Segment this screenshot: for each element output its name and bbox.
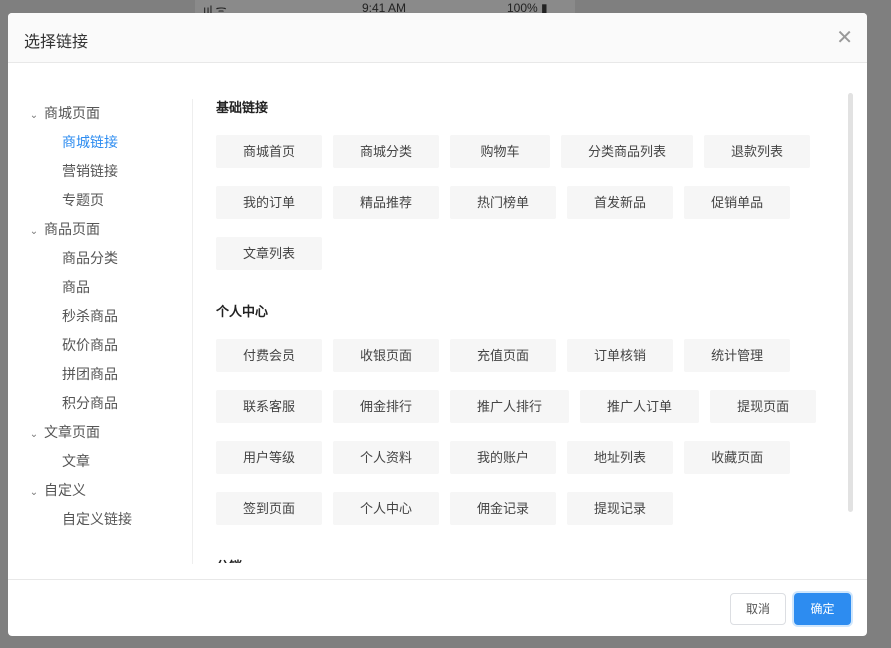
link-button[interactable]: 佣金记录 xyxy=(450,492,557,525)
link-button[interactable]: 分类商品列表 xyxy=(561,135,694,168)
chevron-down-icon[interactable]: ⌄ xyxy=(24,478,44,507)
tree-leaf[interactable]: 自定义链接 xyxy=(24,505,192,534)
link-button[interactable]: 文章列表 xyxy=(216,237,323,270)
link-button[interactable]: 首发新品 xyxy=(567,186,674,219)
tree-leaf[interactable]: 拼团商品 xyxy=(24,360,192,389)
link-button[interactable]: 我的订单 xyxy=(216,186,323,219)
tree-node-label: 商城页面 xyxy=(44,105,100,121)
link-button[interactable]: 签到页面 xyxy=(216,492,323,525)
tree-leaf[interactable]: 砍价商品 xyxy=(24,331,192,360)
section-title: 个人中心 xyxy=(216,304,269,319)
dialog-header: 选择链接 ✕ xyxy=(8,13,867,63)
link-button[interactable]: 联系客服 xyxy=(216,390,323,423)
close-icon[interactable]: ✕ xyxy=(836,25,853,50)
tree-node-label: 文章页面 xyxy=(44,424,100,440)
confirm-button[interactable]: 确定 xyxy=(794,593,851,625)
select-link-dialog: 选择链接 ✕ ⌄ 商城页面 商城链接 营销链接 专题页 ⌄ 商品页面 商品分类 商品 秒杀商品 砍价… xyxy=(8,13,867,636)
link-button[interactable]: 佣金排行 xyxy=(333,390,440,423)
tree-leaf[interactable]: 商品 xyxy=(24,273,192,302)
link-button[interactable]: 促销单品 xyxy=(684,186,791,219)
link-button[interactable]: 付费会员 xyxy=(216,339,323,372)
link-button[interactable]: 收藏页面 xyxy=(684,441,791,474)
link-button[interactable]: 个人资料 xyxy=(333,441,440,474)
chevron-down-icon[interactable]: ⌄ xyxy=(24,217,44,246)
tree-node[interactable]: ⌄ 商城页面 xyxy=(24,99,192,128)
section-title: 分销 xyxy=(216,556,846,563)
link-button[interactable]: 精品推荐 xyxy=(333,186,440,219)
scrollbar[interactable] xyxy=(848,93,853,512)
tree-leaf[interactable]: 文章 xyxy=(24,447,192,476)
link-button[interactable]: 充值页面 xyxy=(450,339,557,372)
link-button[interactable]: 提现页面 xyxy=(710,390,817,423)
link-list: 基础链接商城首页 商城分类 购物车 分类商品列表 退款列表我的订单 精品推荐 热门榜单 首发新… xyxy=(216,93,846,563)
tree-leaf[interactable]: 秒杀商品 xyxy=(24,302,192,331)
chevron-down-icon[interactable]: ⌄ xyxy=(24,101,44,130)
link-button[interactable]: 订单核销 xyxy=(567,339,674,372)
section-title: 基础链接 xyxy=(216,100,269,115)
link-button[interactable]: 热门榜单 xyxy=(450,186,557,219)
tree-node-label: 商品页面 xyxy=(44,221,100,237)
link-button[interactable]: 退款列表 xyxy=(704,135,811,168)
dialog-title: 选择链接 xyxy=(24,34,89,51)
link-grid: 商城首页 商城分类 购物车 分类商品列表 退款列表我的订单 精品推荐 热门榜单 首发新品 促销单… xyxy=(216,135,846,288)
link-button[interactable]: 推广人排行 xyxy=(450,390,570,423)
cancel-button[interactable]: 取消 xyxy=(730,593,786,625)
tree-leaf[interactable]: 专题页 xyxy=(24,186,192,215)
link-button[interactable]: 统计管理 xyxy=(684,339,791,372)
link-button[interactable]: 个人中心 xyxy=(333,492,440,525)
link-button[interactable]: 地址列表 xyxy=(567,441,674,474)
link-button[interactable]: 提现记录 xyxy=(567,492,674,525)
link-button[interactable]: 收银页面 xyxy=(333,339,440,372)
tree-leaf[interactable]: 商城链接 xyxy=(24,128,192,157)
tree-node[interactable]: ⌄ 自定义 xyxy=(24,476,192,505)
tree-node[interactable]: ⌄ 商品页面 xyxy=(24,215,192,244)
tree-node[interactable]: ⌄ 文章页面 xyxy=(24,418,192,447)
link-button[interactable]: 商城首页 xyxy=(216,135,323,168)
phone-status-bar: ııl ᯤ 9:41 AM 100% ▮ xyxy=(195,0,575,17)
tree-leaf[interactable]: 营销链接 xyxy=(24,157,192,186)
tree-node-label: 自定义 xyxy=(44,482,86,498)
chevron-down-icon[interactable]: ⌄ xyxy=(24,420,44,449)
tree-leaf[interactable]: 商品分类 xyxy=(24,244,192,273)
link-grid: 付费会员 收银页面 充值页面 订单核销 统计管理 联系客服 佣金排行 推广人排行 推广人订单 提现… xyxy=(216,339,846,543)
link-button[interactable]: 推广人订单 xyxy=(580,390,700,423)
link-category-tree: ⌄ 商城页面 商城链接 营销链接 专题页 ⌄ 商品页面 商品分类 商品 秒杀商品 砍价商品 拼团商品积… xyxy=(24,99,193,564)
dialog-footer: 取消 确定 xyxy=(8,579,867,636)
link-button[interactable]: 用户等级 xyxy=(216,441,323,474)
link-button[interactable]: 购物车 xyxy=(450,135,551,168)
link-button[interactable]: 我的账户 xyxy=(450,441,557,474)
tree-leaf[interactable]: 积分商品 xyxy=(24,389,192,418)
link-button[interactable]: 商城分类 xyxy=(333,135,440,168)
